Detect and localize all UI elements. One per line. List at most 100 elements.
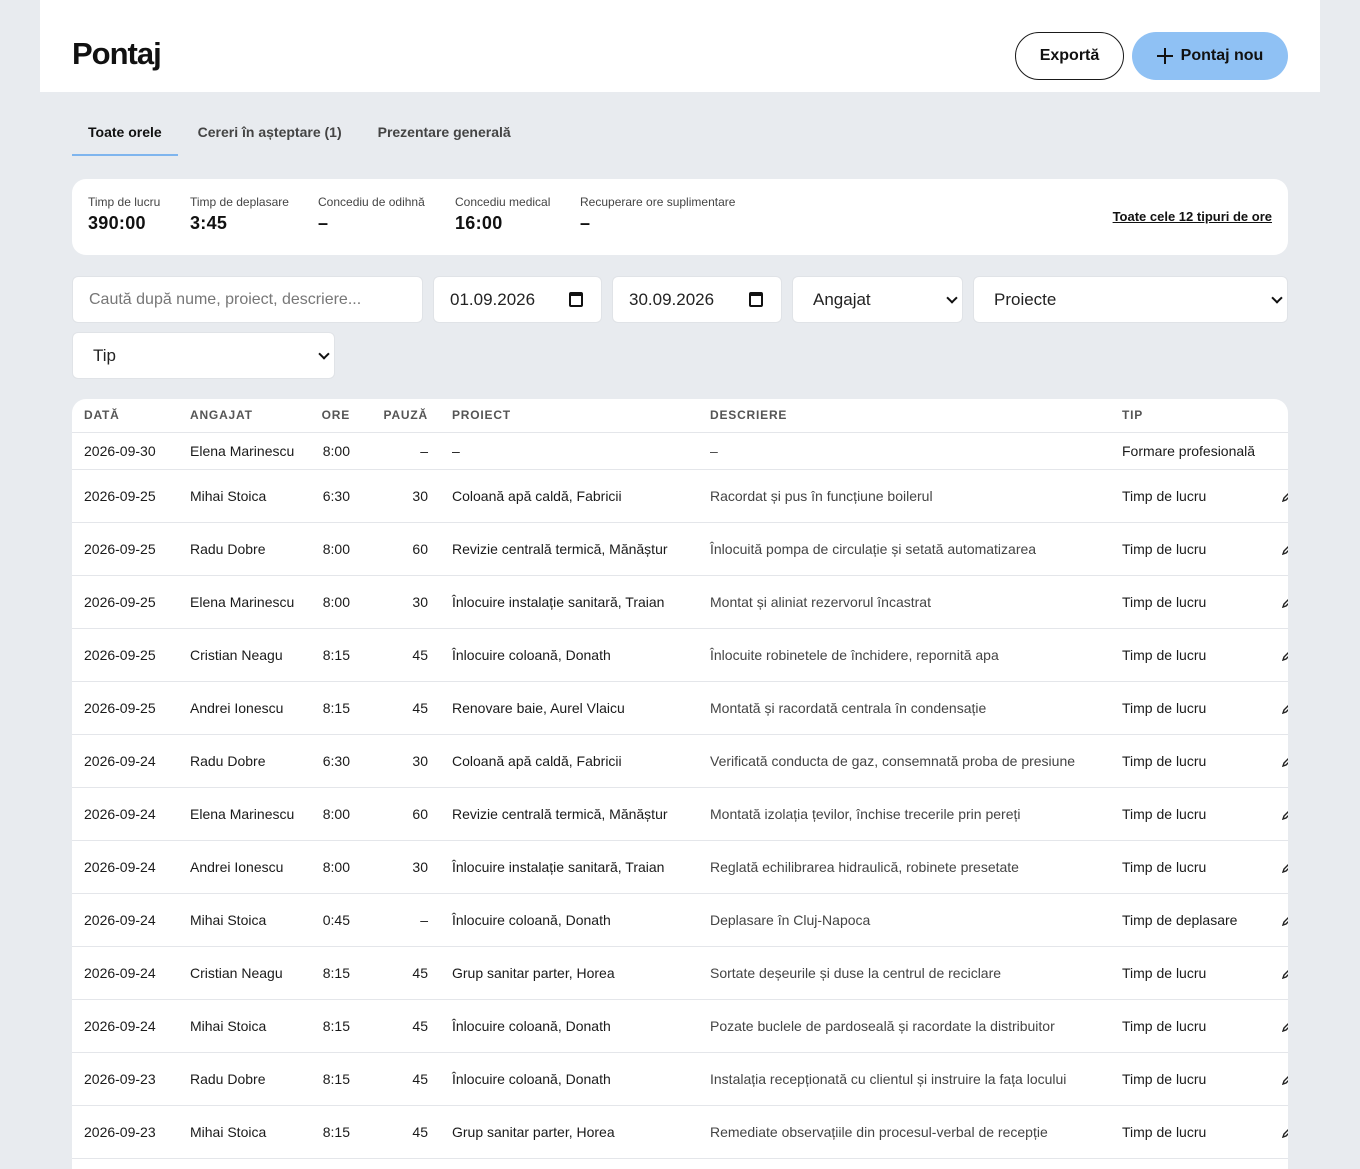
- cell-actions: [1282, 734, 1288, 788]
- chevron-down-icon: [318, 348, 330, 360]
- table-row[interactable]: 2026-09-25 Cristian Neagu 8:15 45 Înlocuire …: [72, 628, 1288, 682]
- column-header-date[interactable]: DATĂ: [72, 399, 178, 433]
- column-header-break[interactable]: PAUZĂ: [362, 399, 440, 433]
- cell-hours: 6:30: [302, 469, 362, 523]
- projects-select[interactable]: Proiecte: [973, 276, 1288, 323]
- table-row[interactable]: 2026-09-23 Mihai Stoica 8:15 45 Grup sanitar…: [72, 1105, 1288, 1159]
- cell-description: Reglată echilibrarea hidraulică, robinet…: [698, 840, 1110, 894]
- edit-pencil-icon[interactable]: [1282, 596, 1288, 608]
- stat-label: Concediu medical: [455, 195, 551, 209]
- tab-overview[interactable]: Prezentare generală: [358, 108, 527, 155]
- cell-description: Montată și racordată centrala în condens…: [698, 681, 1110, 735]
- stat-value: 3:45: [190, 213, 228, 233]
- table-body: 2026-09-30 Elena Marinescu 8:00– – – Formare …: [72, 432, 1288, 1159]
- table-row[interactable]: 2026-09-25 Andrei Ionescu 8:15 45 Renovare b…: [72, 681, 1288, 735]
- tab-bar: Toate orele Cereri în așteptare (1) Prez…: [72, 112, 527, 160]
- cell-project: Înlocuire coloană, Donath: [440, 628, 698, 682]
- cell-hours: 8:15: [302, 1105, 362, 1159]
- cell-type: Timp de lucru: [1110, 734, 1282, 788]
- table-row[interactable]: 2026-09-25 Radu Dobre 8:00 60 Revizie centra…: [72, 522, 1288, 576]
- calendar-icon[interactable]: [569, 292, 583, 307]
- table-row[interactable]: 2026-09-24 Mihai Stoica 8:15 45 Înlocuire co…: [72, 999, 1288, 1053]
- cell-type: Timp de lucru: [1110, 787, 1282, 841]
- cell-project: Revizie centrală termică, Mănăștur: [440, 787, 698, 841]
- column-header-description[interactable]: DESCRIERE: [698, 399, 1110, 433]
- cell-employee: Radu Dobre: [178, 522, 302, 576]
- cell-actions: [1282, 1105, 1288, 1159]
- cell-employee: Andrei Ionescu: [178, 681, 302, 735]
- cell-actions: [1282, 522, 1288, 576]
- all-hour-types-link[interactable]: Toate cele 12 tipuri de ore: [1113, 209, 1272, 224]
- cell-employee: Radu Dobre: [178, 734, 302, 788]
- cell-date: 2026-09-25: [72, 575, 178, 629]
- edit-pencil-icon[interactable]: [1282, 914, 1288, 926]
- timesheet-table: DATĂ ANGAJAT ORE PAUZĂ PROIECT DESCRIERE…: [72, 399, 1288, 1159]
- table-row[interactable]: 2026-09-30 Elena Marinescu 8:00– – – Formare …: [72, 432, 1288, 470]
- edit-pencil-icon[interactable]: [1282, 861, 1288, 873]
- table-row[interactable]: 2026-09-24 Cristian Neagu 8:15 45 Grup sanit…: [72, 946, 1288, 1000]
- edit-pencil-icon[interactable]: [1282, 490, 1288, 502]
- cell-hours: 8:15: [302, 946, 362, 1000]
- column-header-employee[interactable]: ANGAJAT: [178, 399, 302, 433]
- date-to-input[interactable]: 30.09.2026: [612, 276, 782, 323]
- cell-description: Racordat și pus în funcțiune boilerul: [698, 469, 1110, 523]
- tab-pending-requests[interactable]: Cereri în așteptare (1): [178, 108, 358, 155]
- edit-pencil-icon[interactable]: [1282, 1126, 1288, 1138]
- column-header-type[interactable]: TIP: [1110, 399, 1282, 433]
- edit-pencil-icon[interactable]: [1282, 967, 1288, 979]
- cell-employee: Andrei Ionescu: [178, 840, 302, 894]
- cell-employee: Cristian Neagu: [178, 946, 302, 1000]
- cell-employee: Cristian Neagu: [178, 628, 302, 682]
- cell-date: 2026-09-25: [72, 522, 178, 576]
- table-row[interactable]: 2026-09-24 Andrei Ionescu 8:00 30 Înlocuire …: [72, 840, 1288, 894]
- edit-pencil-icon[interactable]: [1282, 808, 1288, 820]
- cell-break: 45: [362, 628, 440, 682]
- cell-date: 2026-09-23: [72, 1052, 178, 1106]
- employee-select[interactable]: Angajat: [792, 276, 963, 323]
- search-input[interactable]: Caută după nume, proiect, descriere...: [72, 276, 423, 323]
- cell-hours: 8:00: [302, 432, 362, 470]
- cell-break: 30: [362, 575, 440, 629]
- edit-pencil-icon[interactable]: [1282, 649, 1288, 661]
- cell-type: Timp de lucru: [1110, 1105, 1282, 1159]
- cell-actions: [1282, 787, 1288, 841]
- new-timesheet-button[interactable]: Pontaj nou: [1132, 32, 1288, 80]
- column-header-hours[interactable]: ORE: [302, 399, 362, 433]
- edit-pencil-icon[interactable]: [1282, 755, 1288, 767]
- cell-hours: 6:30: [302, 734, 362, 788]
- stat-work-time: Timp de lucru 390:00: [88, 195, 160, 234]
- cell-type: Timp de lucru: [1110, 999, 1282, 1053]
- cell-date: 2026-09-24: [72, 946, 178, 1000]
- column-header-project[interactable]: PROIECT: [440, 399, 698, 433]
- cell-break: 30: [362, 840, 440, 894]
- cell-type: Timp de lucru: [1110, 522, 1282, 576]
- export-button[interactable]: Exportă: [1015, 32, 1124, 80]
- hours-summary-card: Timp de lucru 390:00 Timp de deplasare 3…: [72, 179, 1288, 255]
- cell-break: 45: [362, 1052, 440, 1106]
- type-select[interactable]: Tip: [72, 332, 335, 379]
- cell-type: Timp de lucru: [1110, 840, 1282, 894]
- cell-actions: [1282, 893, 1288, 947]
- cell-hours: 8:00: [302, 840, 362, 894]
- calendar-icon[interactable]: [749, 292, 763, 307]
- cell-project: –: [440, 432, 698, 470]
- date-from-input[interactable]: 01.09.2026: [433, 276, 602, 323]
- table-row[interactable]: 2026-09-24 Elena Marinescu 8:00 60 Revizie c…: [72, 787, 1288, 841]
- cell-actions: [1282, 840, 1288, 894]
- cell-date: 2026-09-25: [72, 681, 178, 735]
- edit-pencil-icon[interactable]: [1282, 1073, 1288, 1085]
- edit-pencil-icon[interactable]: [1282, 543, 1288, 555]
- table-row[interactable]: 2026-09-24 Radu Dobre 6:30 30 Coloană apă ca…: [72, 734, 1288, 788]
- cell-break: 45: [362, 1105, 440, 1159]
- table-row[interactable]: 2026-09-25 Mihai Stoica 6:30 30 Coloană apă …: [72, 469, 1288, 523]
- cell-project: Grup sanitar parter, Horea: [440, 946, 698, 1000]
- edit-pencil-icon[interactable]: [1282, 1020, 1288, 1032]
- edit-pencil-icon[interactable]: [1282, 702, 1288, 714]
- table-row[interactable]: 2026-09-24 Mihai Stoica 0:45– Înlocuire col…: [72, 893, 1288, 947]
- table-row[interactable]: 2026-09-23 Radu Dobre 8:15 45 Înlocuire colo…: [72, 1052, 1288, 1106]
- table-row[interactable]: 2026-09-25 Elena Marinescu 8:00 30 Înlocuire…: [72, 575, 1288, 629]
- cell-description: –: [698, 432, 1110, 470]
- cell-actions: [1282, 432, 1288, 470]
- cell-actions: [1282, 999, 1288, 1053]
- tab-all-hours[interactable]: Toate orele: [72, 108, 178, 156]
